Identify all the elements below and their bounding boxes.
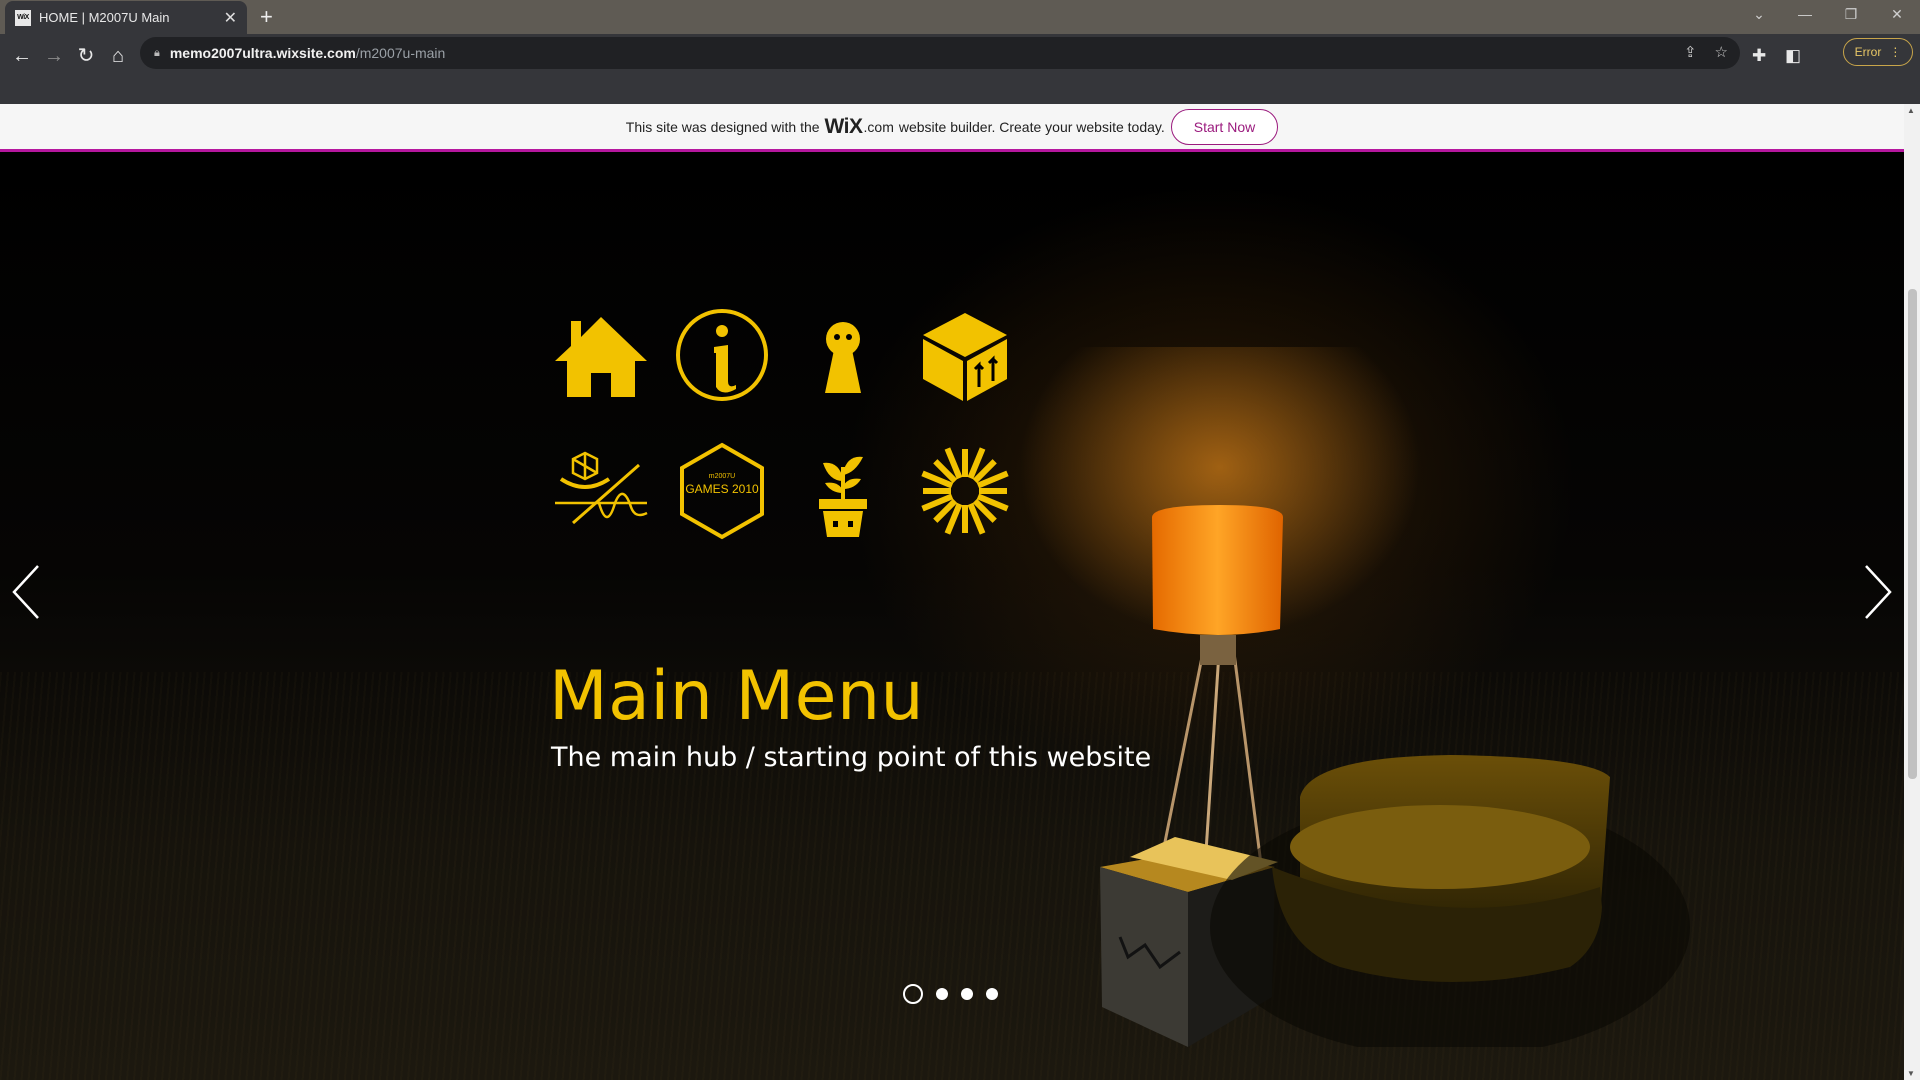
home-icon[interactable] (551, 305, 651, 405)
next-slide-arrow-icon[interactable] (1860, 562, 1896, 622)
profile-error-button[interactable]: Error ⋮ (1843, 38, 1913, 66)
slide-dot-3[interactable] (961, 988, 973, 1000)
page-scrollbar[interactable]: ▲ ▼ (1904, 104, 1920, 1080)
browser-tab-bar: WiX HOME | M2007U Main ✕ + ⌄ — ❐ ✕ (0, 0, 1920, 34)
url-path: /m2007u-main (355, 45, 446, 61)
wix-favicon-icon: WiX (15, 9, 31, 26)
reload-button[interactable]: ↻ (72, 42, 100, 70)
start-now-button[interactable]: Start Now (1170, 108, 1279, 145)
minimize-button[interactable]: — (1782, 0, 1828, 30)
games-hexagon-icon[interactable]: m2007U GAMES 2010 (672, 441, 772, 541)
sunburst-icon[interactable] (915, 441, 1015, 541)
slide-pagination (903, 984, 998, 1004)
wix-logo[interactable]: WiX (825, 115, 863, 139)
share-icon[interactable]: ⇪ (1684, 43, 1697, 61)
banner-text-after: website builder. Create your website tod… (898, 118, 1165, 135)
bookmark-star-icon[interactable]: ☆ (1715, 43, 1728, 61)
previous-slide-arrow-icon[interactable] (8, 562, 44, 622)
scrollbar-thumb[interactable] (1908, 289, 1917, 779)
plant-pot-icon[interactable] (793, 441, 893, 541)
games-badge-small: m2007U (708, 473, 736, 480)
keyhole-icon[interactable] (793, 305, 893, 405)
new-tab-button[interactable]: + (260, 4, 273, 30)
close-window-button[interactable]: ✕ (1874, 0, 1920, 30)
banner-text-before: This site was designed with the (625, 118, 820, 135)
slide-dot-2[interactable] (936, 988, 948, 1000)
browser-toolbar: ← → ↻ ⌂ 🔒︎ memo2007ultra.wixsite.com/m20… (0, 34, 1920, 104)
back-button[interactable]: ← (8, 42, 36, 70)
design-tools-icon[interactable] (551, 441, 651, 541)
games-badge-label: GAMES 2010 (685, 482, 759, 496)
kebab-menu-icon: ⋮ (1889, 45, 1902, 59)
lamp-and-chair-scene (1020, 347, 1690, 1047)
scroll-up-icon[interactable]: ▲ (1907, 106, 1915, 115)
address-bar[interactable]: 🔒︎ memo2007ultra.wixsite.com/m2007u-main… (140, 37, 1740, 69)
scroll-down-icon[interactable]: ▼ (1907, 1069, 1915, 1078)
tab-close-icon[interactable]: ✕ (224, 8, 237, 28)
slide-dot-1[interactable] (903, 984, 923, 1004)
hero-slideshow: m2007U GAMES 2010 Main Menu The main hub… (0, 152, 1904, 1080)
slide-dot-4[interactable] (986, 988, 998, 1000)
forward-button[interactable]: → (40, 42, 68, 70)
info-icon[interactable] (672, 305, 772, 405)
restore-button[interactable]: ❐ (1828, 0, 1874, 30)
wix-ad-banner: This site was designed with the WiX .com … (0, 104, 1904, 152)
package-box-icon[interactable] (915, 305, 1015, 405)
tab-search-icon[interactable]: ⌄ (1736, 0, 1782, 30)
error-label: Error (1854, 45, 1882, 59)
browser-tab[interactable]: WiX HOME | M2007U Main ✕ (5, 1, 247, 34)
url-host: memo2007ultra.wixsite.com (169, 45, 356, 61)
tab-title: HOME | M2007U Main (39, 10, 170, 25)
home-button[interactable]: ⌂ (104, 42, 132, 70)
side-panel-icon[interactable]: ◧ (1785, 42, 1801, 70)
page-title: Main Menu (549, 657, 925, 736)
extensions-puzzle-icon[interactable]: ✚ (1752, 42, 1766, 70)
lock-icon[interactable]: 🔒︎ (154, 47, 160, 60)
page-subtitle: The main hub / starting point of this we… (551, 742, 1152, 773)
window-controls: ⌄ — ❐ ✕ (1736, 0, 1920, 30)
wix-logo-suffix: .com (863, 118, 894, 135)
